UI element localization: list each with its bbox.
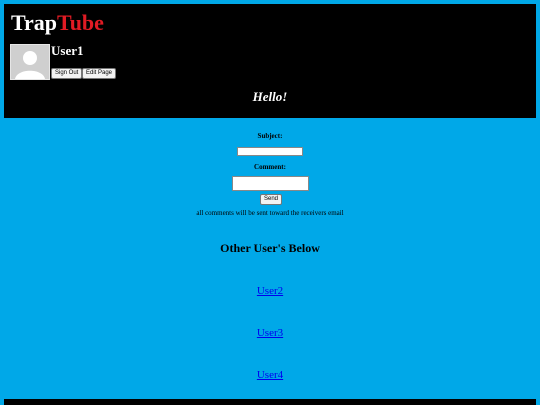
logo-tube-text: Tube <box>57 10 104 35</box>
sign-out-button[interactable]: Sign Out <box>51 68 83 79</box>
profile-username: User1 <box>51 43 84 58</box>
subject-input[interactable] <box>237 147 303 156</box>
header: TrapTube User1 Sign Out Edit Page Hello! <box>4 4 536 118</box>
default-user-icon <box>11 45 49 79</box>
logo-trap-text: Trap <box>11 10 58 35</box>
site-logo[interactable]: TrapTube <box>11 11 104 35</box>
comment-textarea[interactable] <box>232 176 309 191</box>
user-link-user4[interactable]: User4 <box>0 369 540 381</box>
user-link-user2[interactable]: User2 <box>0 285 540 297</box>
send-button[interactable]: Send <box>260 194 283 205</box>
edit-page-button[interactable]: Edit Page <box>82 68 117 79</box>
user-link-user3[interactable]: User3 <box>0 327 540 339</box>
subject-label: Subject: <box>257 132 283 140</box>
footer-bar <box>4 399 536 405</box>
other-users-heading: Other User's Below <box>220 241 320 255</box>
greeting-text: Hello! <box>252 89 288 104</box>
comment-label: Comment: <box>254 163 286 171</box>
avatar <box>10 44 50 80</box>
email-note: all comments will be sent toward the rec… <box>196 209 344 217</box>
